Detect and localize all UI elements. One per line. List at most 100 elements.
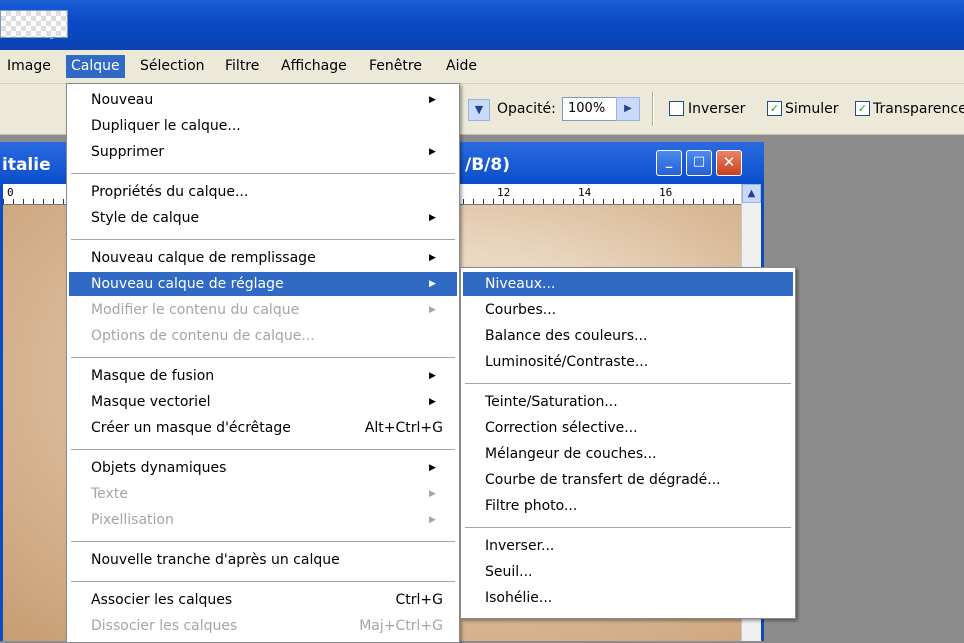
menu-separator (465, 383, 791, 384)
chevron-right-icon: ▶ (624, 103, 632, 114)
minimize-button[interactable]: _ (656, 150, 682, 176)
menu-item-supprimer[interactable]: Supprimer ▶ (69, 140, 457, 164)
menu-separator (465, 527, 791, 528)
transparence-label: Transparence (873, 101, 964, 117)
menu-separator (71, 173, 455, 174)
menu-item-label: Correction sélective... (485, 420, 638, 436)
menu-item-pixellisation: Pixellisation ▶ (69, 508, 457, 532)
opacity-label: Opacité: (497, 101, 556, 117)
opacity-input[interactable]: 100% (562, 97, 619, 121)
menu-item-niveaux[interactable]: Niveaux... (463, 272, 793, 296)
toolbar-separator (652, 92, 654, 126)
menu-item-label: Style de calque (91, 210, 200, 226)
menu-separator (71, 541, 455, 542)
menu-item-proprietes-du-calque[interactable]: Propriétés du calque... (69, 180, 457, 204)
check-icon: ✓ (857, 102, 868, 115)
menu-item-balance-des-couleurs[interactable]: Balance des couleurs... (463, 324, 793, 348)
document-title: italie (2, 155, 51, 175)
menu-item-dissocier-les-calques: Dissocier les calques Maj+Ctrl+G (69, 614, 457, 638)
menu-item-correction-selective[interactable]: Correction sélective... (463, 416, 793, 440)
menu-item-nouvelle-tranche-d-apres-un-calque[interactable]: Nouvelle tranche d'après un calque (69, 548, 457, 572)
menu-item-label: Texte (91, 486, 128, 502)
menu-shortcut: Maj+Ctrl+G (359, 618, 443, 634)
submenu-arrow-icon: ▶ (429, 489, 436, 499)
scroll-up-button[interactable]: ▲ (742, 184, 761, 203)
menu-item-label: Seuil... (485, 564, 533, 580)
menu-item-label: Inverser... (485, 538, 555, 554)
inverser-checkbox[interactable] (669, 101, 684, 116)
reglage-submenu: Niveaux... Courbes... Balance des couleurs… (460, 267, 796, 619)
menu-item-label: Nouveau (91, 92, 154, 108)
menu-item-label: Propriétés du calque... (91, 184, 249, 200)
menu-item-label: Mélangeur de couches... (485, 446, 657, 462)
ruler-label: 12 (497, 186, 511, 199)
menu-item-teinte-saturation[interactable]: Teinte/Saturation... (463, 390, 793, 414)
minimize-icon: _ (665, 154, 673, 169)
menu-separator (71, 239, 455, 240)
menu-item-objets-dynamiques[interactable]: Objets dynamiques ▶ (69, 456, 457, 480)
menu-item-options-de-contenu-de-calque: Options de contenu de calque... (69, 324, 457, 348)
transparence-checkbox[interactable]: ✓ (855, 101, 870, 116)
menu-affichage[interactable]: Affichage (276, 55, 352, 78)
app-titlebar: oshop (0, 0, 964, 50)
menu-image[interactable]: Image (2, 55, 56, 78)
menu-item-label: Niveaux... (485, 276, 556, 292)
menu-item-seuil[interactable]: Seuil... (463, 560, 793, 584)
gradient-preview[interactable] (0, 10, 68, 38)
menu-item-courbe-de-transfert-de-degrade[interactable]: Courbe de transfert de dégradé... (463, 468, 793, 492)
menu-item-label: Courbe de transfert de dégradé... (485, 472, 721, 488)
menu-item-style-de-calque[interactable]: Style de calque ▶ (69, 206, 457, 230)
menu-item-label: Balance des couleurs... (485, 328, 648, 344)
menu-item-label: Teinte/Saturation... (485, 394, 618, 410)
menu-item-nouveau-calque-de-remplissage[interactable]: Nouveau calque de remplissage ▶ (69, 246, 457, 270)
document-title-mode: /B/8) (465, 155, 510, 175)
menu-item-label: Filtre photo... (485, 498, 578, 514)
maximize-button[interactable]: □ (686, 150, 712, 176)
menu-shortcut: Alt+Ctrl+G (364, 420, 443, 436)
menu-item-label: Nouveau calque de réglage (91, 276, 284, 292)
menu-item-label: Pixellisation (91, 512, 174, 528)
menu-item-nouveau-calque-de-reglage[interactable]: Nouveau calque de réglage ▶ (69, 272, 457, 296)
chevron-up-icon: ▲ (747, 188, 756, 199)
close-button[interactable]: ✕ (716, 150, 742, 176)
menu-separator (71, 581, 455, 582)
ruler-label: 0 (7, 186, 14, 199)
menu-aide[interactable]: Aide (441, 55, 482, 78)
menu-item-creer-un-masque-d-ecretage[interactable]: Créer un masque d'écrêtage Alt+Ctrl+G (69, 416, 457, 440)
submenu-arrow-icon: ▶ (429, 95, 436, 105)
opacity-arrow-button[interactable]: ▶ (616, 97, 640, 121)
menu-shortcut: Ctrl+G (395, 592, 444, 608)
menu-calque[interactable]: Calque (66, 55, 125, 78)
menu-fenetre[interactable]: Fenêtre (364, 55, 427, 78)
submenu-arrow-icon: ▶ (429, 279, 436, 289)
calque-menu: Nouveau ▶ Dupliquer le calque... Supprimer ▶… (66, 83, 460, 643)
menu-item-dupliquer-le-calque[interactable]: Dupliquer le calque... (69, 114, 457, 138)
menu-item-inverser[interactable]: Inverser... (463, 534, 793, 558)
simuler-checkbox[interactable]: ✓ (767, 101, 782, 116)
menu-item-courbes[interactable]: Courbes... (463, 298, 793, 322)
menu-item-label: Nouvelle tranche d'après un calque (91, 552, 340, 568)
menu-item-associer-les-calques[interactable]: Associer les calques Ctrl+G (69, 588, 457, 612)
menu-item-label: Associer les calques (91, 592, 233, 608)
inverser-label: Inverser (688, 101, 746, 117)
menu-item-label: Courbes... (485, 302, 557, 318)
menu-item-luminosite-contraste[interactable]: Luminosité/Contraste... (463, 350, 793, 374)
check-icon: ✓ (769, 102, 780, 115)
menu-filtre[interactable]: Filtre (220, 55, 264, 78)
submenu-arrow-icon: ▶ (429, 397, 436, 407)
menu-item-melangeur-de-couches[interactable]: Mélangeur de couches... (463, 442, 793, 466)
menu-item-nouveau[interactable]: Nouveau ▶ (69, 88, 457, 112)
menu-item-label: Luminosité/Contraste... (485, 354, 649, 370)
mode-dropdown-button[interactable]: ▼ (468, 99, 490, 121)
menu-selection[interactable]: Sélection (135, 55, 210, 78)
menu-item-label: Nouveau calque de remplissage (91, 250, 316, 266)
menu-item-filtre-photo[interactable]: Filtre photo... (463, 494, 793, 518)
menu-separator (71, 357, 455, 358)
menu-item-isohelie[interactable]: Isohélie... (463, 586, 793, 610)
submenu-arrow-icon: ▶ (429, 515, 436, 525)
menu-item-label: Supprimer (91, 144, 165, 160)
menu-item-masque-de-fusion[interactable]: Masque de fusion ▶ (69, 364, 457, 388)
submenu-arrow-icon: ▶ (429, 371, 436, 381)
menu-item-masque-vectoriel[interactable]: Masque vectoriel ▶ (69, 390, 457, 414)
menu-item-label: Masque de fusion (91, 368, 215, 384)
